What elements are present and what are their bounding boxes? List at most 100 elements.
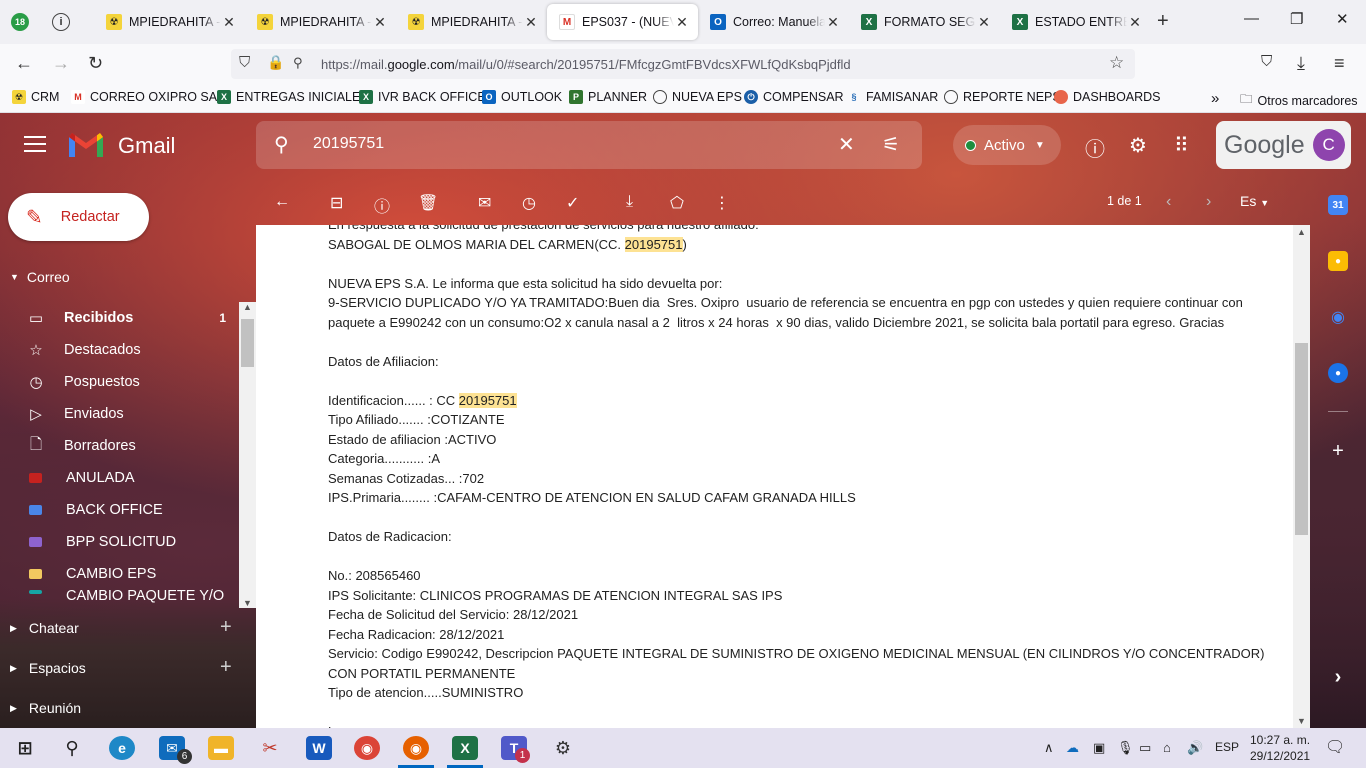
- new-tab-icon[interactable]: +: [1157, 10, 1169, 33]
- nav-item-label[interactable]: BACK OFFICE: [0, 494, 256, 526]
- close-tab-icon[interactable]: ✕: [674, 14, 690, 31]
- snooze-icon[interactable]: ◷: [522, 193, 536, 213]
- bookmark-item[interactable]: ☢ CRM: [12, 90, 59, 104]
- menu-icon[interactable]: ≡: [1334, 53, 1345, 74]
- lock-icon[interactable]: 🔒: [267, 54, 284, 71]
- search-icon[interactable]: ⚲: [59, 736, 85, 760]
- add-chat-icon[interactable]: +: [220, 616, 232, 639]
- shield-icon[interactable]: ⛉: [239, 54, 250, 71]
- content-scrollbar[interactable]: ▲ ▼: [1293, 225, 1310, 728]
- main-menu-icon[interactable]: [24, 136, 46, 157]
- nav-item-sent[interactable]: ▷ Enviados: [0, 398, 256, 430]
- close-tab-icon[interactable]: ✕: [523, 14, 539, 31]
- nav-item-label[interactable]: BPP SOLICITUD: [0, 526, 256, 558]
- permissions-icon[interactable]: ⚲: [293, 55, 303, 71]
- scroll-down-icon[interactable]: ▼: [1297, 716, 1306, 726]
- clear-search-icon[interactable]: ✕: [838, 132, 855, 157]
- notification-badge[interactable]: 18: [11, 13, 29, 31]
- input-tools-selector[interactable]: Es ▼: [1240, 193, 1269, 209]
- keep-icon[interactable]: ●: [1328, 251, 1348, 271]
- bookmark-item[interactable]: NUEVA EPS: [653, 90, 742, 104]
- calendar-icon[interactable]: 31: [1328, 195, 1348, 215]
- bookmark-item[interactable]: DASHBOARDS: [1054, 90, 1161, 104]
- older-chevron-icon[interactable]: ›: [1206, 193, 1211, 211]
- section-chat[interactable]: ▶ Chatear: [10, 620, 79, 636]
- scroll-up-icon[interactable]: ▲: [1297, 227, 1306, 237]
- scroll-down-icon[interactable]: ▼: [243, 598, 252, 608]
- browser-tab[interactable]: ☢ MPIEDRAHITA - A✕: [245, 4, 396, 40]
- reload-icon[interactable]: ↻: [88, 53, 103, 74]
- more-bookmarks-chevron-icon[interactable]: »: [1211, 90, 1219, 107]
- bookmark-item[interactable]: O OUTLOOK: [482, 90, 562, 104]
- bookmark-item[interactable]: X IVR BACK OFFICE: [359, 90, 486, 104]
- scroll-up-icon[interactable]: ▲: [243, 302, 252, 312]
- system-clock[interactable]: 10:27 a. m. 29/12/2021: [1250, 732, 1310, 764]
- more-options-icon[interactable]: ⋮: [714, 193, 730, 213]
- forward-arrow-icon[interactable]: →: [52, 53, 70, 74]
- close-tab-icon[interactable]: ✕: [825, 14, 841, 31]
- bookmark-item[interactable]: § FAMISANAR: [847, 90, 938, 104]
- info-icon[interactable]: i: [52, 13, 70, 31]
- notifications-icon[interactable]: 🗨: [1325, 737, 1345, 757]
- onedrive-icon[interactable]: ☁: [1066, 740, 1079, 756]
- search-input[interactable]: 20195751: [313, 135, 384, 153]
- excel-icon[interactable]: X: [452, 736, 478, 760]
- add-space-icon[interactable]: +: [220, 656, 232, 679]
- close-tab-icon[interactable]: ✕: [372, 14, 388, 31]
- google-account-button[interactable]: Google C: [1216, 121, 1351, 169]
- browser-tab-active[interactable]: M EPS037 - (NUEVA✕: [547, 4, 698, 40]
- app-icon[interactable]: ⚙: [550, 736, 576, 760]
- edge-icon[interactable]: e: [109, 736, 135, 760]
- mark-unread-icon[interactable]: ✉: [478, 193, 491, 213]
- section-meet[interactable]: ▶ Reunión: [10, 700, 81, 716]
- newer-chevron-icon[interactable]: ‹: [1166, 193, 1171, 211]
- language-indicator[interactable]: ESP: [1215, 740, 1239, 754]
- minimize-icon[interactable]: —: [1244, 10, 1259, 27]
- pocket-icon[interactable]: ⛉: [1261, 53, 1272, 70]
- search-icon[interactable]: ⚲: [274, 132, 289, 157]
- firefox-icon[interactable]: ◉: [403, 736, 429, 760]
- search-options-icon[interactable]: ⚟: [882, 132, 900, 157]
- delete-icon[interactable]: 🗑: [418, 193, 438, 213]
- browser-tab[interactable]: ☢ MPIEDRAHITA - A✕: [94, 4, 245, 40]
- camera-icon[interactable]: ▣: [1093, 740, 1105, 756]
- label-as-icon[interactable]: ⬠: [670, 193, 684, 213]
- windows-start-icon[interactable]: ⊞: [12, 736, 38, 760]
- tasks-icon[interactable]: ◉: [1328, 307, 1348, 327]
- microphone-icon[interactable]: 🎙: [1117, 740, 1134, 756]
- contacts-icon[interactable]: ●: [1328, 363, 1348, 383]
- close-window-icon[interactable]: ✕: [1336, 10, 1349, 28]
- browser-tab[interactable]: O Correo: Manuela ✕: [698, 4, 849, 40]
- nav-item-inbox[interactable]: ▭ Recibidos 1: [0, 302, 256, 334]
- show-side-panel-chevron-icon[interactable]: ›: [1328, 666, 1348, 688]
- bookmark-item[interactable]: X ENTREGAS INICIALES: [217, 90, 369, 104]
- section-spaces[interactable]: ▶ Espacios: [10, 660, 86, 676]
- close-tab-icon[interactable]: ✕: [221, 14, 237, 31]
- back-to-list-icon[interactable]: ←: [274, 193, 290, 211]
- back-arrow-icon[interactable]: ←: [15, 53, 33, 74]
- scrollbar-thumb[interactable]: [1295, 343, 1308, 535]
- file-explorer-icon[interactable]: ▬: [208, 736, 234, 760]
- download-icon[interactable]: ⤓: [1297, 53, 1305, 74]
- bookmark-item[interactable]: REPORTE NEPS: [944, 90, 1061, 104]
- volume-icon[interactable]: 🔊: [1187, 740, 1203, 756]
- compose-button[interactable]: ✎ Redactar: [8, 193, 149, 241]
- archive-icon[interactable]: ⊟: [330, 193, 343, 213]
- battery-icon[interactable]: ▭: [1139, 740, 1151, 756]
- report-spam-icon[interactable]: ⓘ: [374, 193, 390, 217]
- help-icon[interactable]: ⓘ: [1085, 133, 1105, 162]
- browser-tab[interactable]: X ESTADO ENTREGA✕: [1000, 4, 1151, 40]
- close-tab-icon[interactable]: ✕: [1127, 14, 1143, 31]
- search-bar[interactable]: ⚲ 20195751 ✕ ⚟: [256, 121, 922, 169]
- get-addons-plus-icon[interactable]: +: [1328, 440, 1348, 462]
- bookmark-item[interactable]: P PLANNER: [569, 90, 647, 104]
- url-text[interactable]: https://mail.google.com/mail/u/0/#search…: [321, 57, 851, 72]
- apps-grid-icon[interactable]: ⠿: [1174, 133, 1189, 158]
- section-mail[interactable]: ▼ Correo: [10, 269, 70, 285]
- nav-item-label[interactable]: ANULADA: [0, 462, 256, 494]
- chevron-up-icon[interactable]: ∧: [1044, 740, 1054, 756]
- snipping-tool-icon[interactable]: ✂: [257, 736, 283, 760]
- close-tab-icon[interactable]: ✕: [976, 14, 992, 31]
- word-icon[interactable]: W: [306, 736, 332, 760]
- address-bar[interactable]: ⛉ 🔒 ⚲ https://mail.google.com/mail/u/0/#…: [231, 49, 1135, 79]
